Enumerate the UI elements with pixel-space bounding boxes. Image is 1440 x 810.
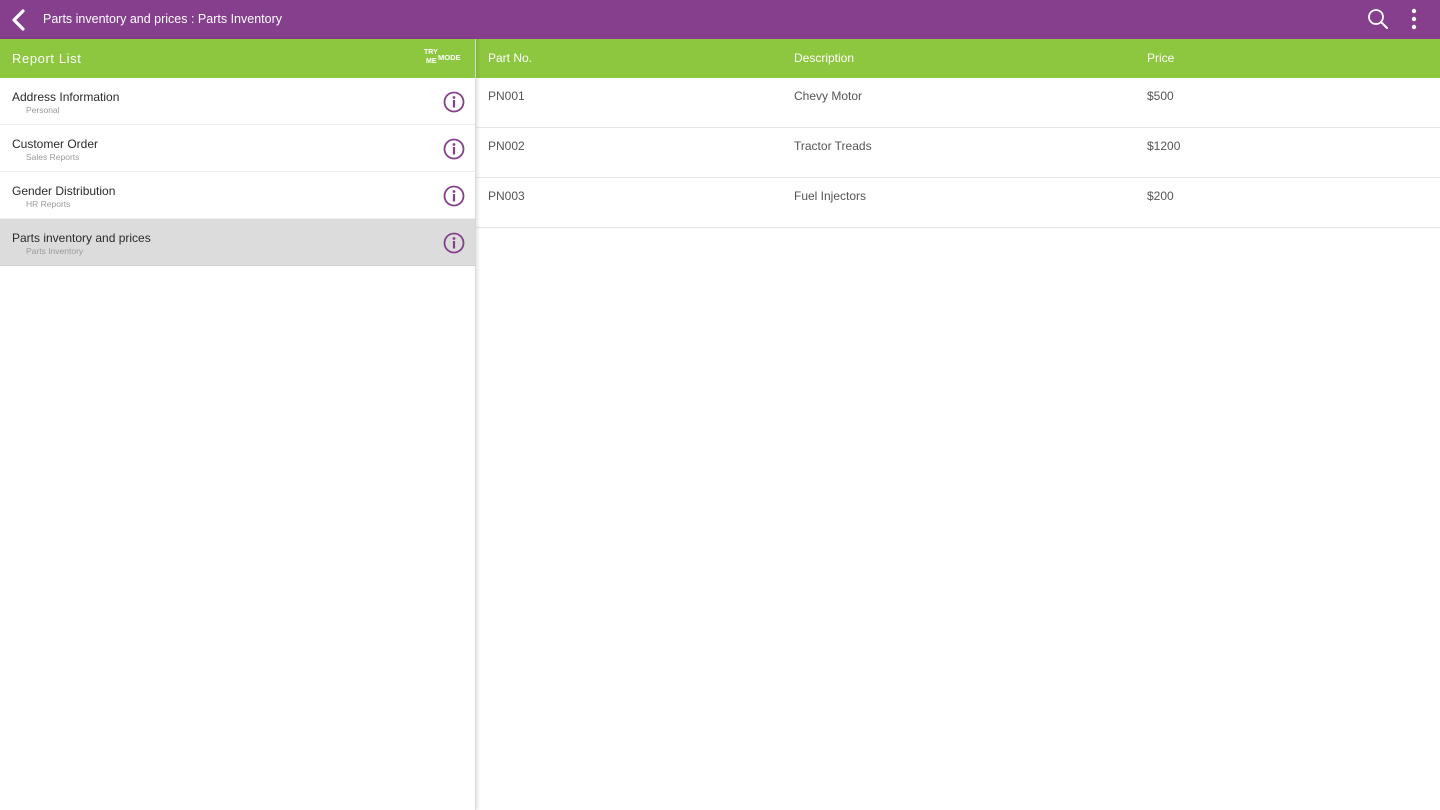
top-app-bar: Parts inventory and prices : Parts Inven… <box>0 0 1440 39</box>
try-me-line2: ME <box>426 58 437 65</box>
cell-description: Fuel Injectors <box>794 189 867 203</box>
column-header-part-no[interactable]: Part No. <box>488 39 532 78</box>
report-name: Gender Distribution <box>12 184 116 198</box>
search-icon <box>1368 9 1388 29</box>
report-info-button[interactable] <box>442 90 466 114</box>
report-info-button[interactable] <box>442 231 466 255</box>
back-button[interactable] <box>4 3 34 36</box>
report-info-button[interactable] <box>442 184 466 208</box>
table-header: Part No. Description Price <box>476 39 1440 78</box>
report-item-address-information[interactable]: Address Information Personal <box>0 78 475 125</box>
cell-price: $200 <box>1147 189 1174 203</box>
try-me-mode-button[interactable]: TRY ME MODE <box>424 49 466 69</box>
report-category: Parts Inventory <box>26 246 84 256</box>
app-title: Parts inventory and prices : Parts Inven… <box>43 12 282 26</box>
report-list-panel: Report List TRY ME MODE Address Informat… <box>0 39 476 810</box>
report-info-button[interactable] <box>442 137 466 161</box>
info-icon <box>443 138 465 160</box>
cell-price: $1200 <box>1147 139 1181 153</box>
cell-part-no: PN001 <box>488 89 525 103</box>
report-item-customer-order[interactable]: Customer Order Sales Reports <box>0 125 475 172</box>
table-row[interactable]: PN003 Fuel Injectors $200 <box>476 178 1440 228</box>
report-list-header: Report List TRY ME MODE <box>0 39 475 78</box>
report-list-title: Report List <box>12 51 82 66</box>
chevron-left-icon <box>12 8 25 31</box>
try-me-line1: TRY <box>424 49 438 56</box>
report-name: Address Information <box>12 90 120 104</box>
table-row[interactable]: PN001 Chevy Motor $500 <box>476 78 1440 128</box>
cell-description: Chevy Motor <box>794 89 863 103</box>
report-item-parts-inventory[interactable]: Parts inventory and prices Parts Invento… <box>0 219 475 266</box>
info-icon <box>443 185 465 207</box>
cell-part-no: PN003 <box>488 189 525 203</box>
more-vert-icon <box>1411 8 1417 30</box>
info-icon <box>443 232 465 254</box>
column-header-description[interactable]: Description <box>794 39 854 78</box>
report-category: Personal <box>26 105 60 115</box>
try-me-line3: MODE <box>438 53 461 62</box>
cell-description: Tractor Treads <box>794 139 872 153</box>
search-button[interactable] <box>1364 5 1392 33</box>
cell-part-no: PN002 <box>488 139 525 153</box>
report-category: HR Reports <box>26 199 71 209</box>
report-name: Parts inventory and prices <box>12 231 151 245</box>
report-table-panel: Part No. Description Price PN001 Chevy M… <box>476 39 1440 810</box>
table-row[interactable]: PN002 Tractor Treads $1200 <box>476 128 1440 178</box>
overflow-menu-button[interactable] <box>1402 5 1426 33</box>
info-icon <box>443 91 465 113</box>
cell-price: $500 <box>1147 89 1174 103</box>
report-category: Sales Reports <box>26 152 80 162</box>
report-item-gender-distribution[interactable]: Gender Distribution HR Reports <box>0 172 475 219</box>
column-header-price[interactable]: Price <box>1147 39 1174 78</box>
report-name: Customer Order <box>12 137 99 151</box>
